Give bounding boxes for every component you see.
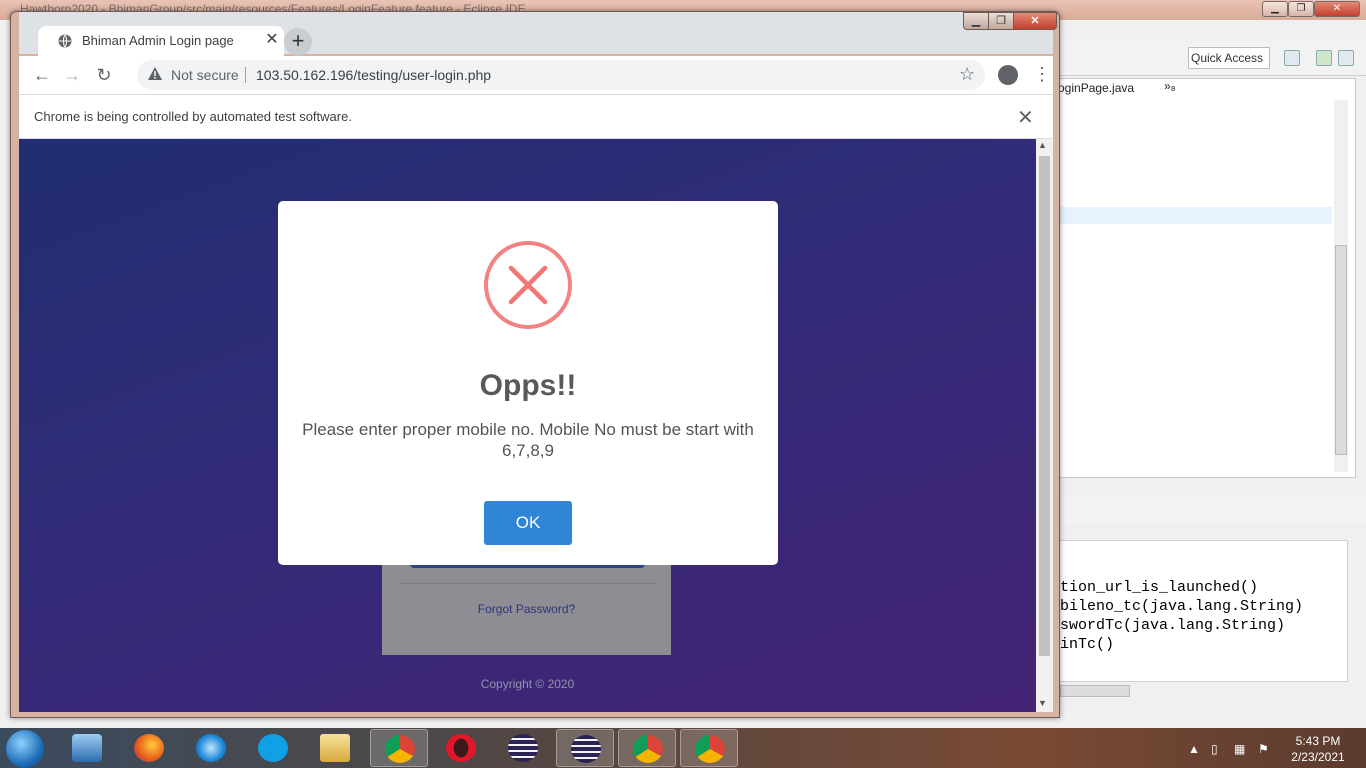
account-icon[interactable] [998, 65, 1018, 85]
dialog-message: Please enter proper mobile no. Mobile No… [302, 420, 754, 460]
open-perspective-icon[interactable] [1284, 50, 1300, 66]
tab-title: Bhiman Admin Login page [82, 33, 234, 48]
tab-close-icon[interactable]: ✕ [262, 30, 282, 50]
ok-button[interactable]: OK [484, 501, 572, 545]
dialog-title: Opps!! [479, 369, 577, 402]
console-view: ation_url_is_launched() obileno_tc(java.… [1051, 540, 1348, 682]
system-clock[interactable]: 5:43 PM 2/23/2021 [1280, 733, 1356, 765]
chrome-window: Bhiman Admin Login page ✕ + ▁ ❐ ✕ ← → ↻ … [10, 11, 1060, 718]
scroll-up-icon[interactable]: ▲ [1038, 140, 1047, 150]
warning-icon [148, 67, 162, 80]
automation-infobar: Chrome is being controlled by automated … [19, 94, 1053, 139]
start-button[interactable] [6, 730, 44, 768]
maximize-button[interactable]: ❐ [988, 12, 1014, 30]
star-icon[interactable]: ☆ [959, 64, 975, 85]
new-tab-button[interactable]: + [284, 28, 312, 56]
console-line: sswordTc(java.lang.String) [1051, 617, 1286, 634]
firefox-icon [134, 734, 164, 762]
debug-perspective-icon[interactable] [1316, 50, 1332, 66]
eclipse-icon [508, 734, 538, 762]
error-x-icon [484, 241, 572, 329]
omnibox-divider [245, 67, 246, 83]
tab-bhiman-login[interactable]: Bhiman Admin Login page ✕ [38, 26, 284, 56]
scroll-down-icon[interactable]: ▼ [1038, 698, 1047, 708]
page-scrollbar-thumb[interactable] [1039, 156, 1050, 656]
console-line: ation_url_is_launched() [1051, 579, 1259, 596]
infobar-close-icon[interactable]: ✕ [1017, 105, 1034, 130]
minimize-button[interactable]: ▁ [963, 12, 989, 30]
globe-icon [58, 34, 72, 48]
editor-current-line [1058, 207, 1332, 224]
taskbar-firefox[interactable] [120, 729, 178, 767]
opera-icon [446, 734, 476, 762]
back-arrow-icon[interactable]: ← [31, 64, 53, 86]
eclipse-maximize-button[interactable]: ❐ [1288, 1, 1314, 17]
error-dialog: Opps!! Please enter proper mobile no. Mo… [278, 201, 778, 565]
taskbar-internet-explorer[interactable] [182, 729, 240, 767]
media-player-icon [72, 734, 102, 762]
editor-more-tabs[interactable]: »₈ [1164, 79, 1176, 93]
taskbar-chrome-3[interactable] [680, 729, 738, 767]
tab-strip: Bhiman Admin Login page ✕ + [19, 12, 1053, 56]
console-line: obileno_tc(java.lang.String) [1051, 598, 1304, 615]
battery-icon[interactable]: ▯ [1211, 742, 1218, 756]
taskbar-chrome-2[interactable] [618, 729, 676, 767]
chrome-icon [633, 735, 663, 763]
taskbar-skype[interactable] [244, 729, 302, 767]
taskbar-file-explorer[interactable] [306, 729, 364, 767]
java-perspective-icon[interactable] [1338, 50, 1354, 66]
taskbar: ▲ ▯ ▦ ⚑ 5:43 PM 2/23/2021 [0, 728, 1366, 768]
forward-arrow-icon[interactable]: → [61, 64, 83, 86]
eclipse-statusbar [1058, 704, 1366, 728]
infobar-text: Chrome is being controlled by automated … [34, 109, 352, 124]
taskbar-eclipse[interactable] [494, 729, 552, 767]
network-icon[interactable]: ▦ [1234, 742, 1245, 756]
eclipse-editor[interactable] [1058, 78, 1356, 478]
clock-time: 5:43 PM [1295, 734, 1341, 748]
console-toolbar [1058, 496, 1366, 524]
page-viewport: Forgot Password? Copyright © 2020 Opps!!… [19, 139, 1036, 712]
chrome-icon [695, 735, 725, 763]
browser-toolbar: ← → ↻ Not secure 103.50.162.196/testing/… [19, 56, 1053, 94]
action-center-icon[interactable]: ⚑ [1258, 742, 1269, 756]
reload-icon[interactable]: ↻ [93, 64, 115, 86]
quick-access-input[interactable]: Quick Access [1188, 47, 1270, 69]
skype-icon [258, 734, 288, 762]
taskbar-opera[interactable] [432, 729, 490, 767]
file-explorer-icon [320, 734, 350, 762]
eclipse-close-button[interactable]: ✕ [1314, 1, 1360, 17]
address-bar[interactable]: Not secure 103.50.162.196/testing/user-l… [137, 60, 985, 90]
close-window-button[interactable]: ✕ [1013, 12, 1057, 30]
internet-explorer-icon [196, 734, 226, 762]
editor-tab-loginpage[interactable]: oginPage.java [1058, 78, 1178, 98]
console-hscrollbar-thumb[interactable] [1060, 685, 1130, 697]
chrome-icon [385, 735, 415, 763]
tray-expand-icon[interactable]: ▲ [1188, 742, 1200, 756]
taskbar-media-player[interactable] [58, 729, 116, 767]
editor-scrollbar-thumb[interactable] [1335, 245, 1347, 455]
not-secure-label[interactable]: Not secure [171, 67, 239, 83]
taskbar-eclipse-2[interactable] [556, 729, 614, 767]
clock-date: 2/23/2021 [1291, 750, 1345, 764]
kebab-menu-icon[interactable]: ⋮ [1033, 64, 1051, 85]
console-line: ginTc() [1051, 636, 1115, 653]
eclipse-icon [571, 735, 601, 763]
url-text[interactable]: 103.50.162.196/testing/user-login.php [256, 67, 491, 83]
eclipse-minimize-button[interactable]: ▁ [1262, 1, 1288, 17]
taskbar-chrome[interactable] [370, 729, 428, 767]
